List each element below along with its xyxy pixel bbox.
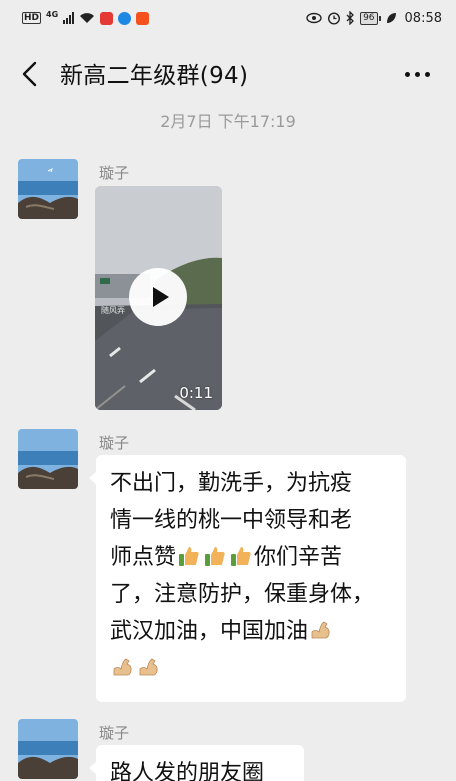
thumbs-up-emoji: [205, 547, 225, 566]
battery-icon: 96: [360, 11, 381, 25]
avatar[interactable]: [18, 159, 78, 219]
sender-name: 璇子: [99, 434, 130, 452]
text-message-bubble[interactable]: 路人发的朋友圈: [89, 745, 304, 781]
sender-name: 璇子: [99, 164, 130, 182]
video-duration: 0:11: [179, 384, 213, 402]
chat-title: 新高二年级群(94): [60, 63, 249, 89]
chat-header: 新高二年级群(94): [0, 48, 456, 100]
message-text: 师点赞: [110, 545, 177, 570]
message-text: 你们辛苦: [254, 545, 343, 570]
sender-name: 璇子: [99, 724, 130, 742]
flexed-biceps-emoji: [113, 658, 132, 676]
message-line: 不出门，勤洗手，为抗疫: [110, 471, 353, 496]
more-dots-icon[interactable]: [405, 72, 430, 77]
avatar[interactable]: [18, 429, 78, 489]
status-bar: HD 4G 96 08:58: [0, 0, 456, 36]
wifi-icon: [80, 13, 95, 23]
thumbs-up-emoji: [231, 547, 251, 566]
message-line: [110, 650, 392, 687]
video-overlay-text: 随风弄: [101, 306, 125, 315]
network-type: 4G: [46, 10, 59, 19]
message-text: 武汉加油，中国加油: [110, 619, 309, 644]
signal-icon: [63, 12, 75, 24]
bluetooth-icon: [346, 11, 354, 25]
message-line: 武汉加油，中国加油: [110, 613, 392, 650]
news-app-icon: [100, 11, 114, 25]
flexed-biceps-emoji: [139, 658, 158, 676]
clock: 08:58: [404, 10, 442, 26]
shopping-app-icon: [136, 11, 150, 25]
message-line: 师点赞 你们辛苦: [110, 539, 392, 576]
thumbs-up-emoji: [179, 547, 199, 566]
leaf-icon: [386, 13, 396, 23]
message-timestamp: 2月7日 下午17:19: [160, 112, 296, 131]
browser-app-icon: [118, 11, 132, 25]
flexed-biceps-emoji: [311, 621, 330, 639]
avatar[interactable]: [18, 719, 78, 779]
battery-level: 96: [360, 11, 378, 25]
alarm-icon: [328, 12, 341, 25]
video-message[interactable]: 随风弄 0:11: [95, 186, 222, 410]
message-line: 了，注意防护，保重身体，: [110, 582, 375, 607]
message-line: 情一线的桃一中领导和老: [110, 508, 353, 533]
hd-indicator: HD: [22, 12, 42, 24]
play-icon[interactable]: [129, 268, 187, 326]
eye-icon: [306, 12, 322, 24]
message-line: 路人发的朋友圈: [110, 761, 265, 781]
back-arrow-icon[interactable]: [16, 60, 44, 88]
text-message-bubble[interactable]: 不出门，勤洗手，为抗疫 情一线的桃一中领导和老 师点赞 你们辛苦 了，注意防护，保…: [89, 455, 406, 702]
